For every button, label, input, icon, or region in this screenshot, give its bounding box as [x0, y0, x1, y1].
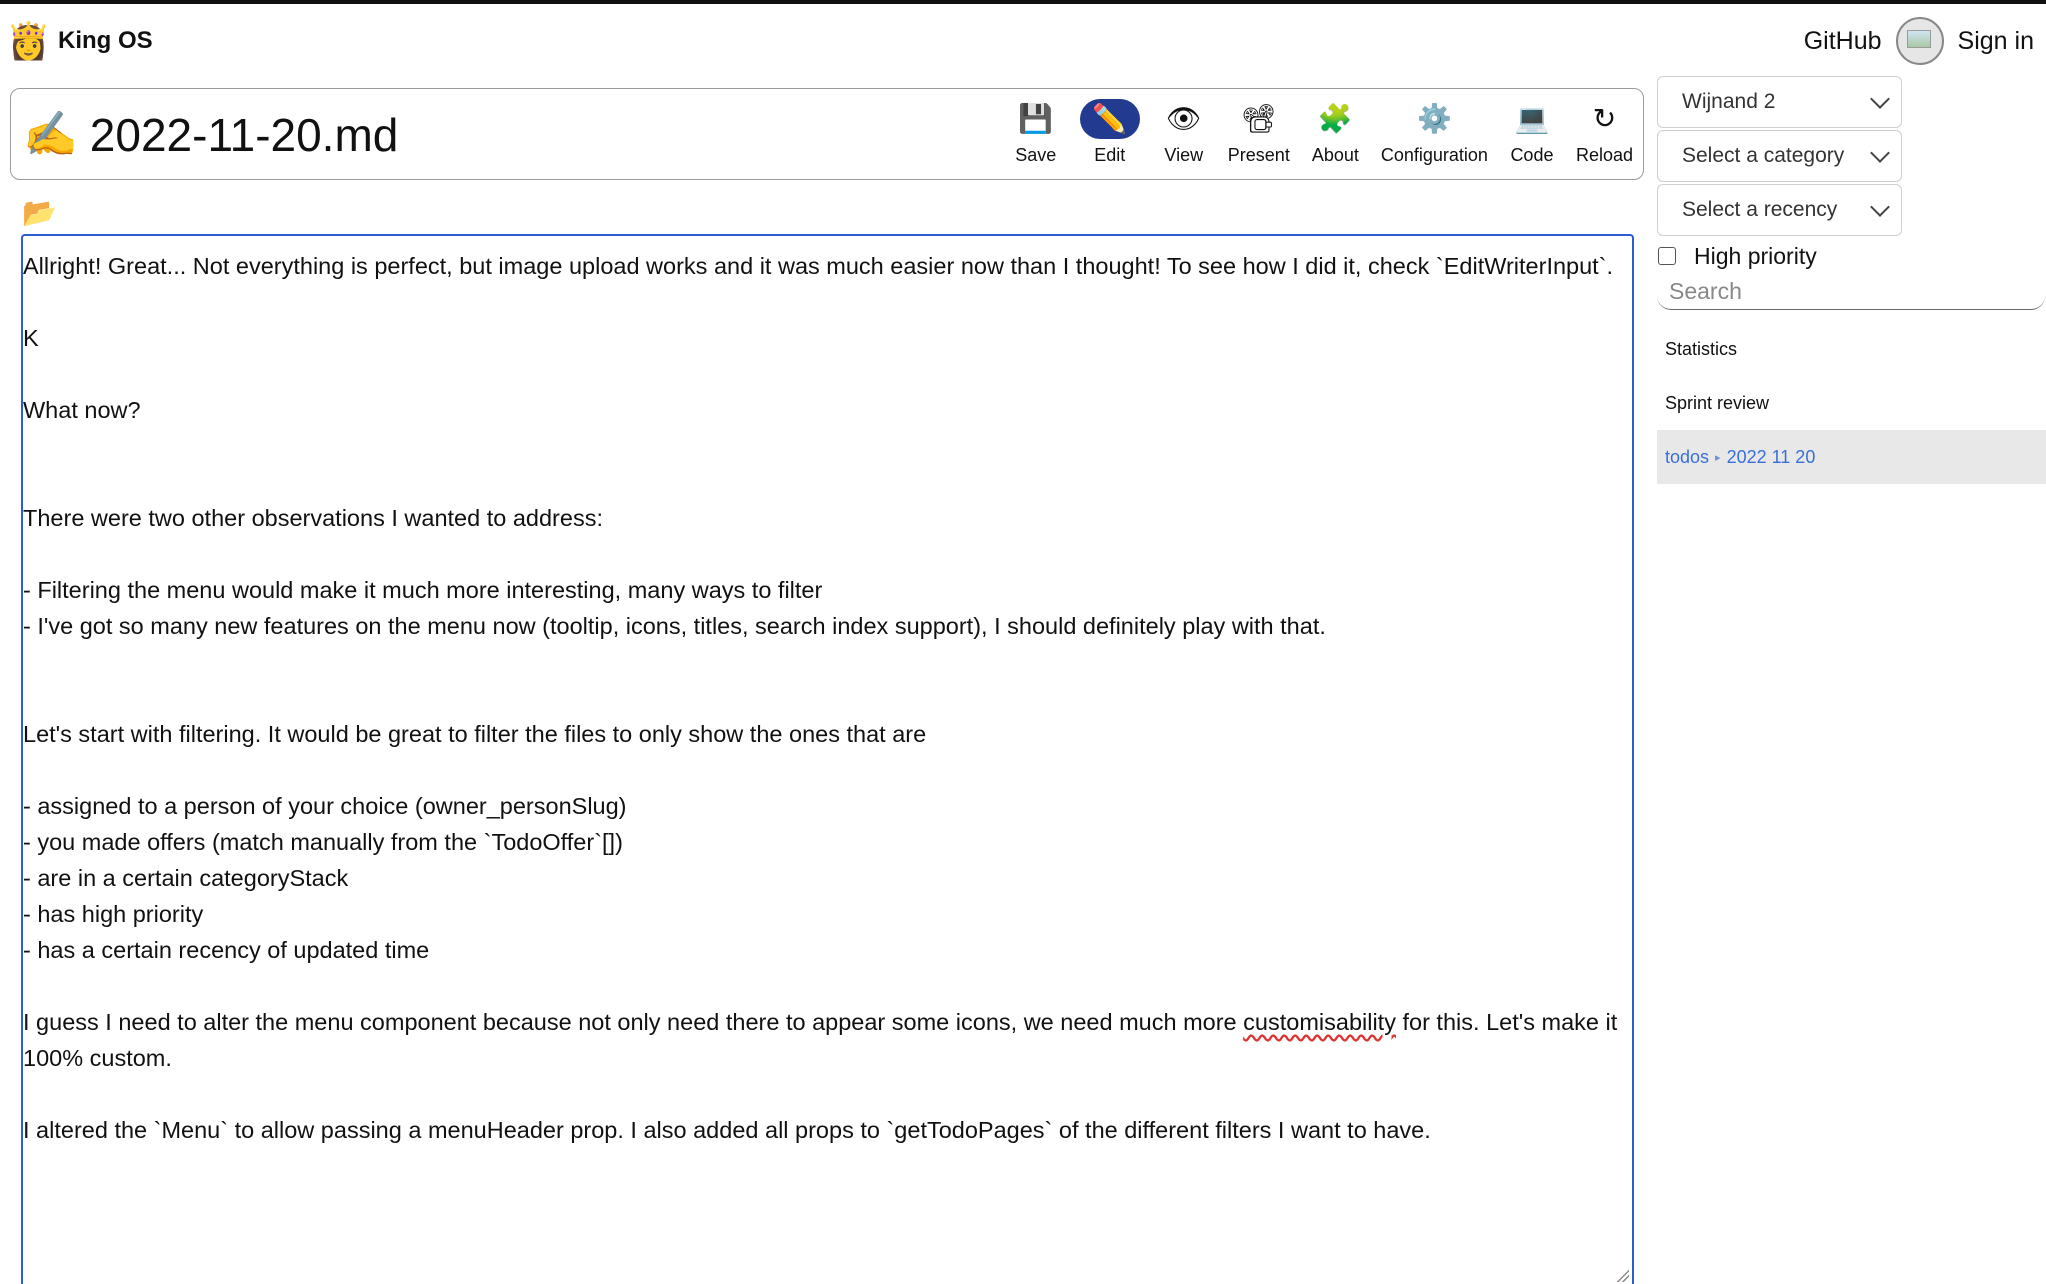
title-card: ✍️ 2022-11-20.md 💾 Save ✏️ Edit 👁 View 📽… — [10, 88, 1644, 180]
page-title: ✍️ 2022-11-20.md — [23, 105, 398, 165]
view-label: View — [1164, 145, 1204, 165]
save-label: Save — [1015, 145, 1057, 165]
sidebar-item-label: Statistics — [1665, 338, 1738, 359]
toolbar: 💾 Save ✏️ Edit 👁 View 📽 Present 🧩 About … — [992, 99, 1633, 171]
code-button[interactable]: 💻 Code — [1510, 99, 1554, 166]
person-select-value: Wijnand 2 — [1682, 90, 1776, 113]
category-select[interactable]: Select a category — [1657, 130, 1902, 182]
about-label: About — [1311, 145, 1359, 165]
pencil-icon: ✏️ — [1079, 99, 1140, 139]
github-link[interactable]: GitHub — [1804, 27, 1882, 56]
save-button[interactable]: 💾 Save — [1014, 99, 1058, 166]
misspelled-word: customisability — [1243, 1009, 1396, 1035]
configuration-label: Configuration — [1380, 145, 1488, 165]
reload-button[interactable]: ↻ Reload — [1576, 99, 1633, 166]
broken-image-icon — [1906, 30, 1931, 48]
resize-handle[interactable] — [1615, 1268, 1629, 1282]
brand-name: King OS — [58, 27, 153, 54]
sidebar-menu: Statistics Sprint review todos ▸ 2022 11… — [1657, 322, 2046, 484]
projector-icon: 📽 — [1241, 103, 1277, 134]
search-placeholder: Search — [1669, 278, 1742, 304]
code-label: Code — [1510, 145, 1554, 165]
reload-label: Reload — [1575, 145, 1633, 165]
present-button[interactable]: 📽 Present — [1228, 99, 1290, 166]
edit-button[interactable]: ✏️ Edit — [1079, 99, 1140, 166]
search-input[interactable]: Search — [1657, 274, 2045, 310]
present-label: Present — [1227, 145, 1290, 165]
triangle-right-icon: ▸ — [1715, 451, 1721, 464]
sign-in-link[interactable]: Sign in — [1958, 27, 2034, 56]
chevron-down-icon — [1870, 197, 1890, 217]
about-button[interactable]: 🧩 About — [1312, 99, 1359, 166]
laptop-icon: 💻 — [1514, 103, 1550, 134]
crown-icon: 👸 — [6, 20, 51, 61]
configuration-button[interactable]: ⚙️ Configuration — [1381, 99, 1488, 166]
high-priority-row: High priority — [1657, 238, 2046, 274]
floppy-disk-icon: 💾 — [1018, 103, 1054, 134]
person-select[interactable]: Wijnand 2 — [1657, 76, 1902, 128]
sidebar: Wijnand 2 Select a category Select a rec… — [1657, 76, 2046, 484]
reload-icon: ↻ — [1592, 103, 1617, 134]
document-title: 2022-11-20.md — [89, 109, 399, 161]
editor-content[interactable]: Allright! Great... Not everything is per… — [23, 248, 1632, 1148]
header-actions: GitHub Sign in — [1804, 14, 2034, 68]
edit-label: Edit — [1094, 145, 1126, 165]
sidebar-item-label: Sprint review — [1665, 392, 1770, 413]
puzzle-icon: 🧩 — [1317, 103, 1353, 134]
brand[interactable]: 👸 King OS — [6, 18, 153, 64]
markdown-editor[interactable]: Allright! Great... Not everything is per… — [21, 234, 1634, 1284]
top-border — [0, 0, 2046, 4]
sidebar-item-child: 2022 11 20 — [1726, 446, 1816, 467]
avatar[interactable] — [1895, 17, 1944, 65]
recency-select[interactable]: Select a recency — [1657, 184, 1902, 236]
category-select-value: Select a category — [1682, 144, 1845, 167]
chevron-down-icon — [1870, 89, 1890, 109]
sidebar-item-parent: todos — [1665, 446, 1710, 467]
eye-icon: 👁 — [1166, 103, 1202, 134]
sidebar-item-sprint-review[interactable]: Sprint review — [1657, 376, 2046, 430]
view-button[interactable]: 👁 View — [1162, 99, 1206, 166]
writing-hand-icon: ✍️ — [23, 110, 78, 159]
high-priority-label: High priority — [1694, 242, 1817, 269]
gear-icon: ⚙️ — [1416, 103, 1452, 134]
sidebar-item-todos-2022-11-20[interactable]: todos ▸ 2022 11 20 — [1657, 430, 2046, 484]
sidebar-item-statistics[interactable]: Statistics — [1657, 322, 2046, 376]
high-priority-checkbox[interactable] — [1658, 247, 1676, 265]
recency-select-value: Select a recency — [1682, 198, 1838, 221]
folder-icon[interactable]: 📂 — [22, 196, 57, 229]
chevron-down-icon — [1870, 143, 1890, 163]
